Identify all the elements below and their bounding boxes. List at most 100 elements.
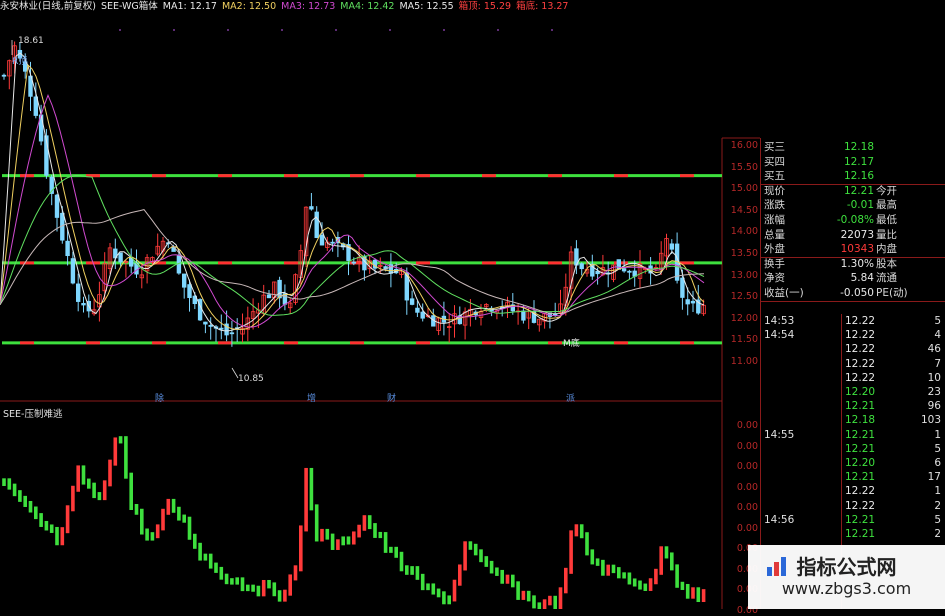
tick-row[interactable]: 12.22 2 xyxy=(761,499,945,513)
candle-body xyxy=(219,327,224,330)
indicator-bar xyxy=(71,485,75,512)
indicator-bar xyxy=(595,558,600,566)
indicator-bar xyxy=(611,564,616,574)
tick-row[interactable]: 14:55 12.21 1 xyxy=(761,428,945,442)
indicator-bar xyxy=(49,524,54,533)
indicator-bar xyxy=(685,583,690,599)
indicator-bar xyxy=(378,531,383,539)
indicator-bar xyxy=(675,564,679,588)
tick-row[interactable]: 14:56 12.21 5 xyxy=(761,513,945,527)
tick-volume: 5 xyxy=(934,442,941,455)
indicator-bar xyxy=(208,553,213,569)
indicator-bar xyxy=(34,506,38,520)
tick-row[interactable]: 12.21 5 xyxy=(761,442,945,456)
quote-value: 12.17 xyxy=(843,155,874,168)
tick-row[interactable]: 12.20 23 xyxy=(761,385,945,399)
indicator-bar xyxy=(362,515,367,531)
tick-row[interactable]: 14:53 12.22 5 xyxy=(761,314,945,328)
quote-label-right: 今开 xyxy=(876,184,897,197)
quote-label: 现价 xyxy=(764,184,785,197)
event-mark-finance[interactable]: 财 xyxy=(387,391,396,404)
candle-body xyxy=(203,321,208,325)
tick-row[interactable]: 12.22 46 xyxy=(761,342,945,356)
indicator-bar xyxy=(224,573,229,585)
indicator-bar xyxy=(659,546,663,575)
indicator-bar xyxy=(532,595,536,609)
indicator-bar xyxy=(187,516,192,540)
quote-label: 净资 xyxy=(764,272,785,285)
event-mark-dividend[interactable]: 派 xyxy=(566,391,575,404)
indicator-bar xyxy=(526,590,531,602)
indicator-panel-label[interactable]: SEE-压制难逃 xyxy=(3,406,62,420)
indicator-bar xyxy=(251,584,255,592)
indicator-bar xyxy=(92,482,96,499)
indicator-bar xyxy=(447,595,451,605)
indicator-bar xyxy=(150,532,155,541)
tick-price: 12.22 xyxy=(845,329,876,342)
candle-body xyxy=(409,298,415,305)
indicator-bar xyxy=(452,579,457,602)
ma4-line xyxy=(0,174,705,316)
quote-value: -0.050 xyxy=(840,287,874,299)
indicator-bar xyxy=(219,566,224,580)
tick-row[interactable]: 12.22 10 xyxy=(761,371,945,385)
indicator-bar xyxy=(304,467,308,532)
indicator-bar xyxy=(65,505,70,534)
indicator-bar xyxy=(638,580,642,590)
indicator-bar xyxy=(548,595,552,606)
indicator-bar xyxy=(680,581,685,590)
indicator-bar xyxy=(55,526,59,546)
indicator-bar xyxy=(574,524,579,537)
tick-volume: 2 xyxy=(934,499,941,512)
tick-row[interactable]: 14:54 12.22 4 xyxy=(761,328,945,342)
tick-volume: 1 xyxy=(934,485,941,498)
indicator-bar xyxy=(76,465,80,492)
indicator-bar xyxy=(352,531,356,545)
indicator-bar xyxy=(389,546,393,553)
quote-value: -0.01 xyxy=(846,199,874,212)
indicator-bar xyxy=(537,602,542,609)
event-mark-increase[interactable]: 增 xyxy=(307,391,316,404)
tick-row[interactable]: 12.18 103 xyxy=(761,413,945,427)
quote-label-right: 流通 xyxy=(876,272,897,285)
indicator-bar xyxy=(601,559,605,576)
price-tick: 11.00 xyxy=(730,356,758,367)
divider xyxy=(761,301,945,302)
indicator-bar xyxy=(579,524,584,539)
quote-label: 外盘 xyxy=(764,243,785,256)
indicator-bar xyxy=(267,579,271,589)
quote-label: 涨幅 xyxy=(764,214,785,226)
indicator-bar xyxy=(484,556,489,567)
tick-price: 12.20 xyxy=(845,457,876,469)
price-tick: 16.00 xyxy=(730,140,758,151)
indicator-bar xyxy=(654,568,658,585)
indicator-bar xyxy=(357,524,361,538)
quote-label-right: 内盘 xyxy=(876,243,897,256)
tick-row[interactable]: 12.22 1 xyxy=(761,484,945,498)
indicator-tick: 0.00 xyxy=(736,440,758,452)
indicator-bar xyxy=(12,483,17,497)
quote-value: 5.84 xyxy=(850,272,874,285)
indicator-bar xyxy=(500,569,504,584)
tick-volume: 4 xyxy=(934,329,941,342)
quote-value: 12.16 xyxy=(843,170,874,183)
indicator-bar xyxy=(330,533,335,550)
low-price-label: 10.85 xyxy=(238,374,264,384)
candle-body xyxy=(118,252,123,263)
tick-time: 14:55 xyxy=(764,428,795,441)
tick-row[interactable]: 12.21 96 xyxy=(761,399,945,413)
indicator-bar xyxy=(495,567,499,576)
top-dot xyxy=(443,29,445,31)
indicator-bar xyxy=(511,574,515,588)
tick-row[interactable]: 12.20 6 xyxy=(761,456,945,470)
tick-row[interactable]: 12.21 2 xyxy=(761,527,945,541)
indicator-bar xyxy=(246,584,250,592)
price-axis: 16.00 15.50 15.00 14.50 14.00 13.50 13.00 12.50… xyxy=(722,140,758,380)
tick-row[interactable]: 12.22 7 xyxy=(761,357,945,371)
tick-row[interactable]: 12.21 17 xyxy=(761,470,945,484)
indicator-bar xyxy=(569,530,573,574)
indicator-bar xyxy=(442,591,446,605)
event-mark-ex-dividend[interactable]: 除 xyxy=(155,391,164,404)
kline-chart[interactable] xyxy=(0,0,760,609)
tick-price: 12.22 xyxy=(845,343,876,356)
